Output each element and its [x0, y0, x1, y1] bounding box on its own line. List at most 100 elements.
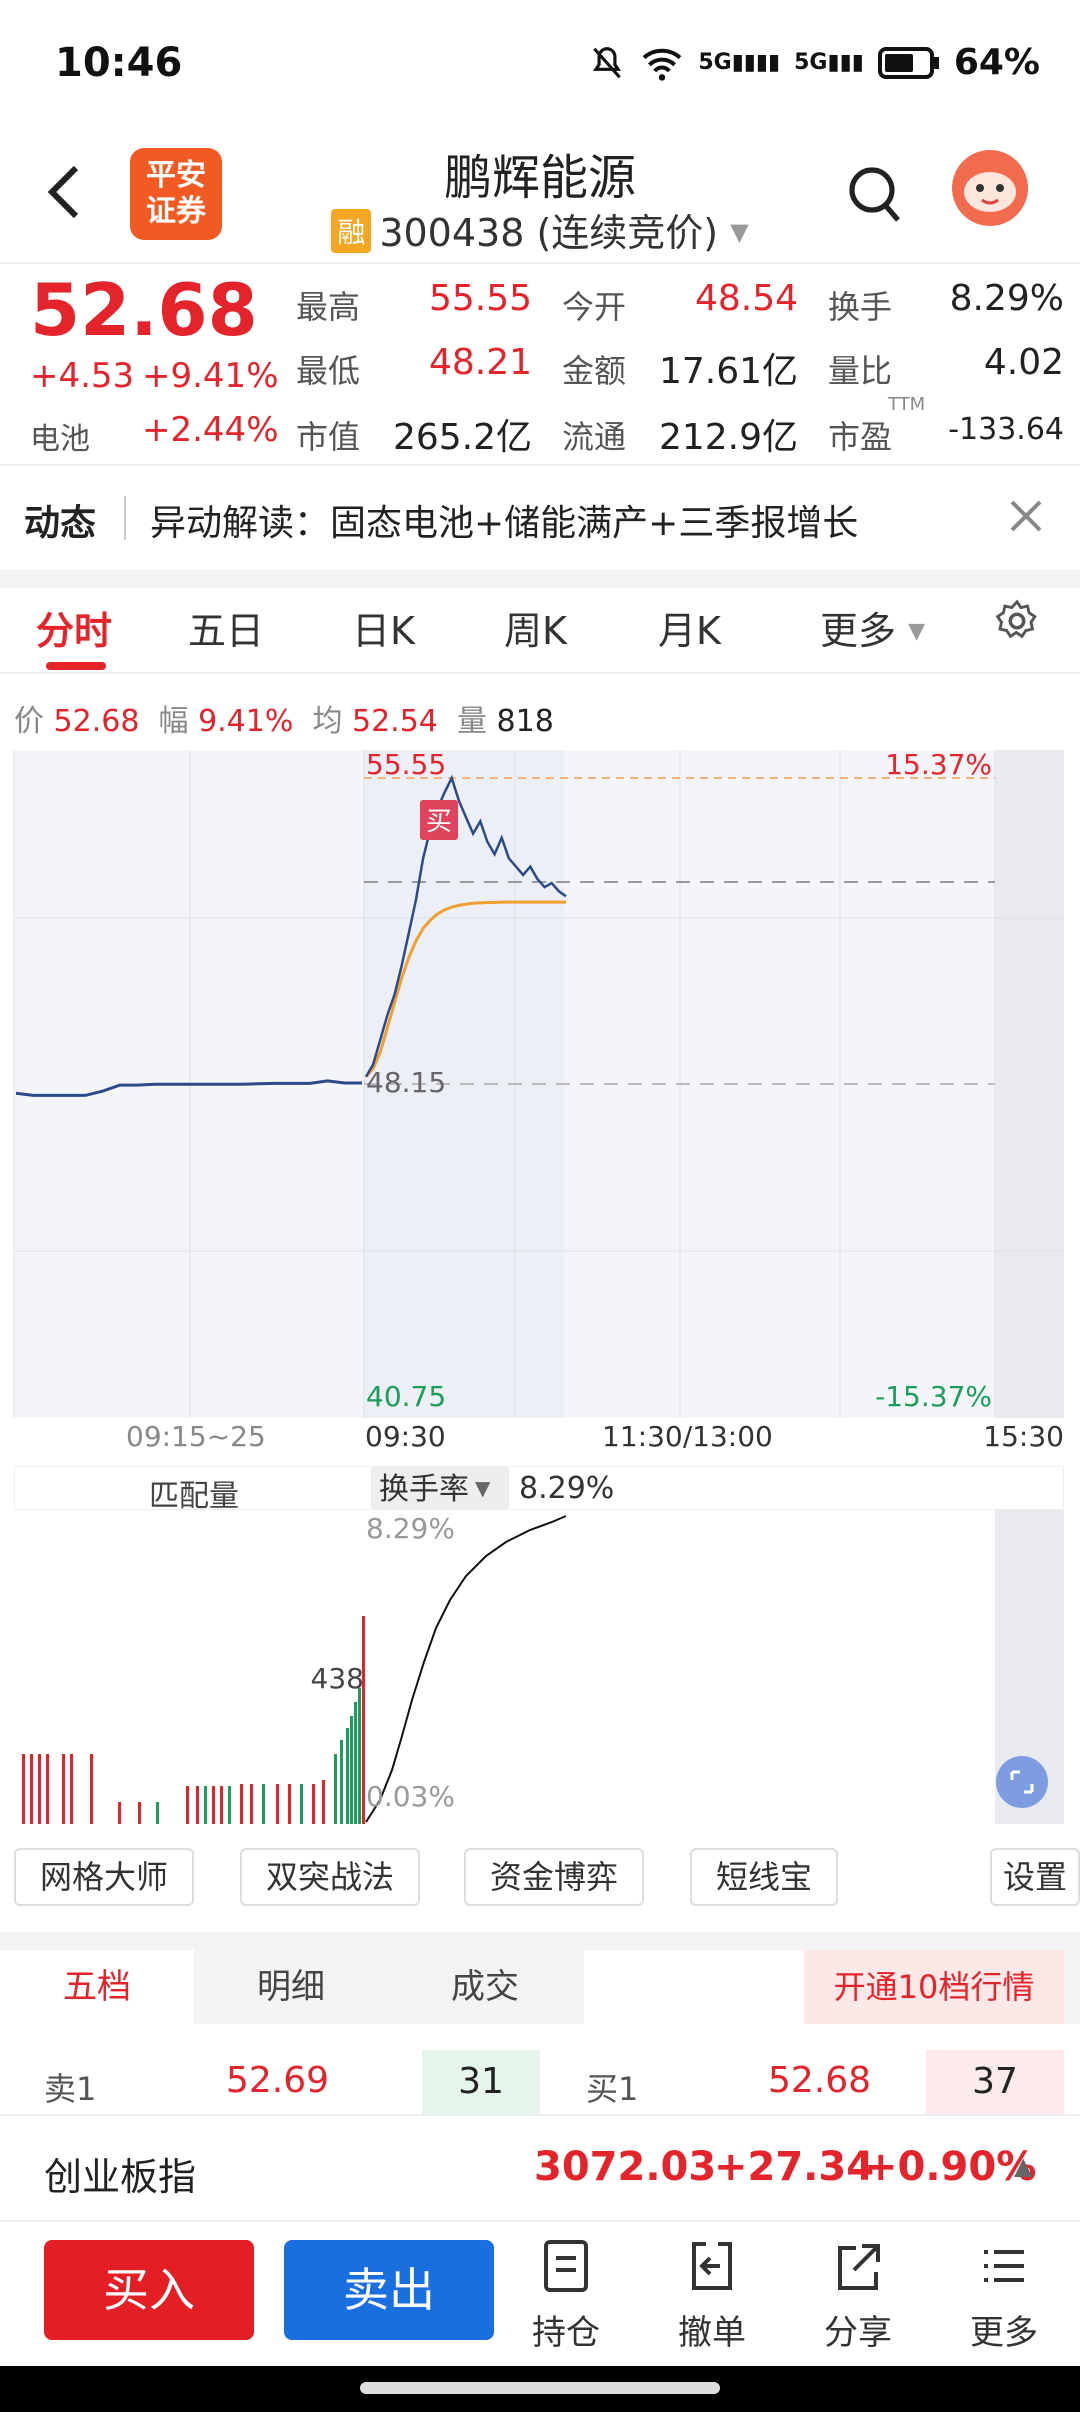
tab-monthly-k[interactable]: 月K — [658, 600, 721, 655]
volume-ratio-label: 量比 — [828, 352, 893, 390]
stock-code-selector[interactable]: 融 300438 (连续竞价) ▼ — [0, 202, 1080, 257]
price-label: 价 — [14, 704, 44, 739]
sell-button[interactable]: 卖出 — [284, 2240, 494, 2340]
close-icon[interactable] — [1006, 496, 1046, 536]
tab-details[interactable]: 明细 — [194, 1950, 388, 2024]
buy-button[interactable]: 买入 — [44, 2240, 254, 2340]
float-cap-value: 212.9亿 — [658, 417, 798, 458]
tab-intraday[interactable]: 分时 — [36, 600, 112, 655]
pct-readout: 9.41% — [198, 704, 294, 739]
search-icon[interactable] — [846, 164, 902, 224]
positions-icon — [544, 2240, 588, 2292]
volume-bar — [90, 1754, 93, 1824]
volume-bar — [300, 1784, 303, 1824]
home-indicator[interactable] — [360, 2382, 720, 2394]
volume-bar — [38, 1754, 41, 1824]
orderbook-row-1: 卖1 52.69 31 买1 52.68 37 — [0, 2050, 1080, 2114]
avg-label: 均 — [312, 704, 343, 739]
volume-bar — [346, 1728, 349, 1824]
chart-info: 价 52.68 幅 9.41% 均 52.54 量 818 — [14, 696, 554, 740]
more-button[interactable]: 更多 — [944, 2236, 1064, 2354]
open-value: 48.54 — [694, 278, 798, 319]
session-bg — [364, 1510, 995, 1824]
volume-bar — [354, 1702, 357, 1824]
positions-button[interactable]: 持仓 — [506, 2236, 626, 2354]
cancel-order-button[interactable]: 撤单 — [652, 2236, 772, 2354]
buy1-label: 买1 — [586, 2070, 639, 2108]
index-change: +27.34 — [714, 2144, 875, 2190]
share-label: 分享 — [824, 2313, 892, 2353]
volume-bar — [220, 1786, 223, 1824]
expand-up-icon[interactable]: ▲ — [1014, 2152, 1032, 2180]
low-value: 48.21 — [428, 342, 532, 383]
strategy-grid-master[interactable]: 网格大师 — [14, 1848, 194, 1906]
share-button[interactable]: 分享 — [798, 2236, 918, 2354]
stock-code: 300438 (连续竞价) — [379, 211, 719, 255]
low-label: 最低 — [296, 352, 361, 390]
news-tag: 动态 — [24, 503, 97, 544]
volume-bar — [276, 1784, 279, 1824]
tab-trades[interactable]: 成交 — [388, 1950, 582, 2024]
y-top-label: 55.55 — [366, 748, 446, 781]
index-ticker[interactable]: 创业板指 3072.03 +27.34 +0.90% ▲ — [0, 2114, 1080, 2222]
tab-spacer — [584, 1950, 804, 2024]
turnover-chart[interactable]: 8.29% 0.03% 438 — [0, 1510, 1080, 1826]
pct-bottom-label: -15.37% — [875, 1380, 992, 1413]
clock: 10:46 — [55, 40, 183, 86]
expand-icon[interactable] — [996, 1756, 1048, 1808]
volume-bar — [288, 1784, 291, 1824]
tab-daily-k[interactable]: 日K — [352, 600, 415, 655]
cancel-order-label: 撤单 — [678, 2313, 746, 2353]
assistant-avatar-icon[interactable] — [950, 148, 1030, 228]
volume-bar — [212, 1786, 215, 1824]
post-session-shade — [995, 750, 1064, 1418]
vol-readout: 818 — [496, 704, 554, 739]
volume-bar — [240, 1784, 243, 1824]
upgrade-10-levels[interactable]: 开通10档行情 — [804, 1950, 1064, 2024]
news-text: 异动解读：固态电池+储能满产+三季报增长 — [150, 503, 859, 544]
amount-value: 17.61亿 — [658, 351, 798, 392]
x-label-close: 15:30 — [983, 1420, 1064, 1448]
tab-five-levels[interactable]: 五档 — [0, 1950, 194, 2024]
x-label-preauction: 09:15~25 — [126, 1420, 266, 1448]
gear-icon[interactable] — [994, 598, 1040, 644]
section-gap — [0, 1932, 1080, 1950]
matched-volume-label: 匹配量 — [149, 1479, 239, 1514]
strategy-capital-game[interactable]: 资金博弈 — [464, 1848, 644, 1906]
strategy-settings[interactable]: 设置 — [990, 1848, 1080, 1906]
orderbook-tabs: 五档 明细 成交 开通10档行情 — [0, 1950, 1080, 2024]
nav-gesture-bar — [0, 2366, 1080, 2412]
subchart-header: 匹配量 换手率 ▼ 8.29% — [14, 1466, 1064, 1514]
auction-volume-label: 438 — [311, 1662, 364, 1695]
more-label: 更多 — [970, 2313, 1038, 2353]
turnover-label: 换手 — [828, 288, 893, 326]
tab-weekly-k[interactable]: 周K — [504, 600, 567, 655]
indicator-selector[interactable]: 换手率 ▼ — [371, 1467, 509, 1509]
amount-label: 金额 — [562, 352, 627, 390]
stock-header: 平安 证券 鹏辉能源 融 300438 (连续竞价) ▼ — [0, 130, 1080, 260]
divider — [0, 672, 1080, 674]
volume-bar — [312, 1784, 315, 1824]
sector-pct[interactable]: +2.44% — [142, 410, 279, 450]
pe-value: -133.64 — [948, 412, 1064, 447]
tab-5day[interactable]: 五日 — [188, 600, 264, 655]
signal-icon-2: 5G▮▮▮ — [794, 50, 864, 75]
high-label: 最高 — [296, 288, 361, 326]
tab-more[interactable]: 更多 ▼ — [820, 600, 925, 655]
news-banner[interactable]: 动态 异动解读：固态电池+储能满产+三季报增长 — [0, 466, 1080, 570]
turnover-value: 8.29% — [949, 278, 1064, 319]
buy1-volume: 37 — [926, 2050, 1064, 2114]
strategy-short-term[interactable]: 短线宝 — [690, 1848, 838, 1906]
buy1-price[interactable]: 52.68 — [768, 2060, 871, 2101]
status-icons: 5G▮▮▮▮ 5G▮▮▮ 64% — [588, 42, 1040, 83]
strategy-double-breakout[interactable]: 双突战法 — [240, 1848, 420, 1906]
intraday-chart[interactable]: 55.55 48.15 40.75 15.37% -15.37% 买 09:15… — [0, 748, 1080, 1448]
volume-bar — [138, 1802, 141, 1824]
margin-badge: 融 — [331, 209, 372, 253]
sector-label[interactable]: 电池 — [30, 414, 90, 458]
volume-bar — [70, 1754, 73, 1824]
divider — [0, 262, 1080, 264]
dropdown-triangle-icon: ▼ — [908, 619, 926, 644]
market-cap-value: 265.2亿 — [392, 417, 532, 458]
sell1-price[interactable]: 52.69 — [226, 2060, 329, 2101]
